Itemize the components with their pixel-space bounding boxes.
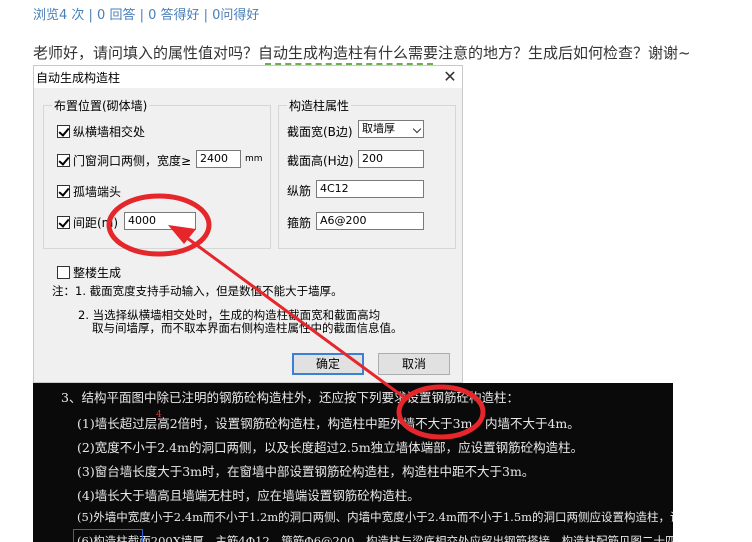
checkbox-isolated-wall-end-box[interactable] <box>57 185 70 198</box>
dialog-titlebar: 自动生成构造柱 ✕ <box>34 66 462 88</box>
checkbox-opening-sides-box[interactable] <box>57 154 70 167</box>
section-height-label: 截面高(H边) <box>287 154 354 168</box>
section-width-value: 取墙厚 <box>362 122 395 135</box>
question-stats: 浏览4 次 | 0 回答 | 0 答得好 | 0问得好 <box>33 8 260 23</box>
checkbox-whole-building-box[interactable] <box>57 266 70 279</box>
close-icon[interactable]: ✕ <box>440 66 460 88</box>
opening-width-input[interactable]: 2400 <box>196 150 241 168</box>
layout-position-group-label: 布置位置(砌体墙) <box>52 97 150 114</box>
stirrup-input[interactable]: A6@200 <box>316 212 424 230</box>
checkbox-spacing[interactable]: 间距(m) <box>57 214 118 231</box>
scan-blue-highlight <box>73 529 143 542</box>
section-height-input[interactable]: 200 <box>358 150 424 168</box>
scan-line-3: (2)宽度不小于2.4m的洞口两侧，以及长度超过2.5m独立墙体端部，应设置钢筋… <box>77 440 584 455</box>
checkbox-wall-intersection[interactable]: 纵横墙相交处 <box>57 123 145 140</box>
section-width-select[interactable]: 取墙厚 <box>358 120 424 138</box>
opening-width-unit: mm <box>245 154 263 164</box>
scan-line-5: (4)墙长大于墙高且墙端无柱时，应在墙端设置钢筋砼构造柱。 <box>77 488 420 503</box>
checkbox-whole-building[interactable]: 整楼生成 <box>57 264 121 281</box>
drawing-notes-image: 3、结构平面图中除已注明的钢筋砼构造柱外，还应按下列要求设置钢筋砼构造柱： (1… <box>33 383 673 542</box>
note-line-3: 取与间墙厚，而不取本界面右侧构造柱属性中的截面信息值。 <box>92 321 403 335</box>
chevron-down-icon <box>412 124 422 134</box>
checkbox-spacing-box[interactable] <box>57 216 70 229</box>
auto-generate-column-dialog: 自动生成构造柱 ✕ 布置位置(砌体墙) 纵横墙相交处 门窗洞口两侧，宽度≥ 24… <box>33 65 463 383</box>
checkbox-wall-intersection-box[interactable] <box>57 125 70 138</box>
section-width-label: 截面宽(B边) <box>287 125 353 139</box>
checkbox-wall-intersection-label: 纵横墙相交处 <box>73 125 146 139</box>
checkbox-isolated-wall-end-label: 孤墙端头 <box>73 185 122 199</box>
scan-line-4: (3)窗台墙长度大于3m时，在窗墙中部设置钢筋砼构造柱，构造柱中距不大于3m。 <box>77 464 535 479</box>
column-properties-group-label: 构造柱属性 <box>287 97 352 114</box>
longitudinal-rebar-input[interactable]: 4C12 <box>316 180 424 198</box>
checkbox-spacing-label: 间距(m) <box>73 216 119 230</box>
scan-red-mark: 4 <box>156 410 162 420</box>
scan-line-6: (5)外墙中宽度小于2.4m而不小于1.2m的洞口两侧、内墙中宽度小于2.4m而… <box>77 510 673 524</box>
checkbox-isolated-wall-end[interactable]: 孤墙端头 <box>57 183 121 200</box>
ok-button[interactable]: 确定 <box>292 353 364 375</box>
spacing-input[interactable]: 4000 <box>124 212 196 230</box>
longitudinal-rebar-label: 纵筋 <box>287 184 312 198</box>
cancel-button[interactable]: 取消 <box>378 353 450 375</box>
scan-line-2-text: (1)墙长超过层高2倍时，设置钢筋砼构造柱，构造柱中距外墙不大于3m，内墙不大于… <box>77 416 580 431</box>
dialog-title: 自动生成构造柱 <box>36 71 121 85</box>
checkbox-whole-building-label: 整楼生成 <box>73 266 122 280</box>
scan-line-1: 3、结构平面图中除已注明的钢筋砼构造柱外，还应按下列要求设置钢筋砼构造柱： <box>61 390 519 405</box>
question-text: 老师好，请问填入的属性值对吗？自动生成构造柱有什么需要注意的地方？生成后如何检查… <box>33 44 691 62</box>
checkbox-opening-sides[interactable]: 门窗洞口两侧，宽度≥ <box>57 152 191 169</box>
note-line-1: 注：1. 截面宽度支持手动输入，但是数值不能大于墙厚。 <box>52 284 343 298</box>
checkbox-opening-sides-label: 门窗洞口两侧，宽度≥ <box>73 154 192 168</box>
stirrup-label: 箍筋 <box>287 216 312 230</box>
scan-line-2: (1)墙长超过层高2倍时，设置钢筋砼构造柱，构造柱中距外墙不大于3m，内墙不大于… <box>77 413 580 432</box>
scan-line-7: (6)构造柱截面200X墙厚，主筋4Φ12，箍筋Φ6@200，构造柱与梁底相交处… <box>77 534 673 542</box>
